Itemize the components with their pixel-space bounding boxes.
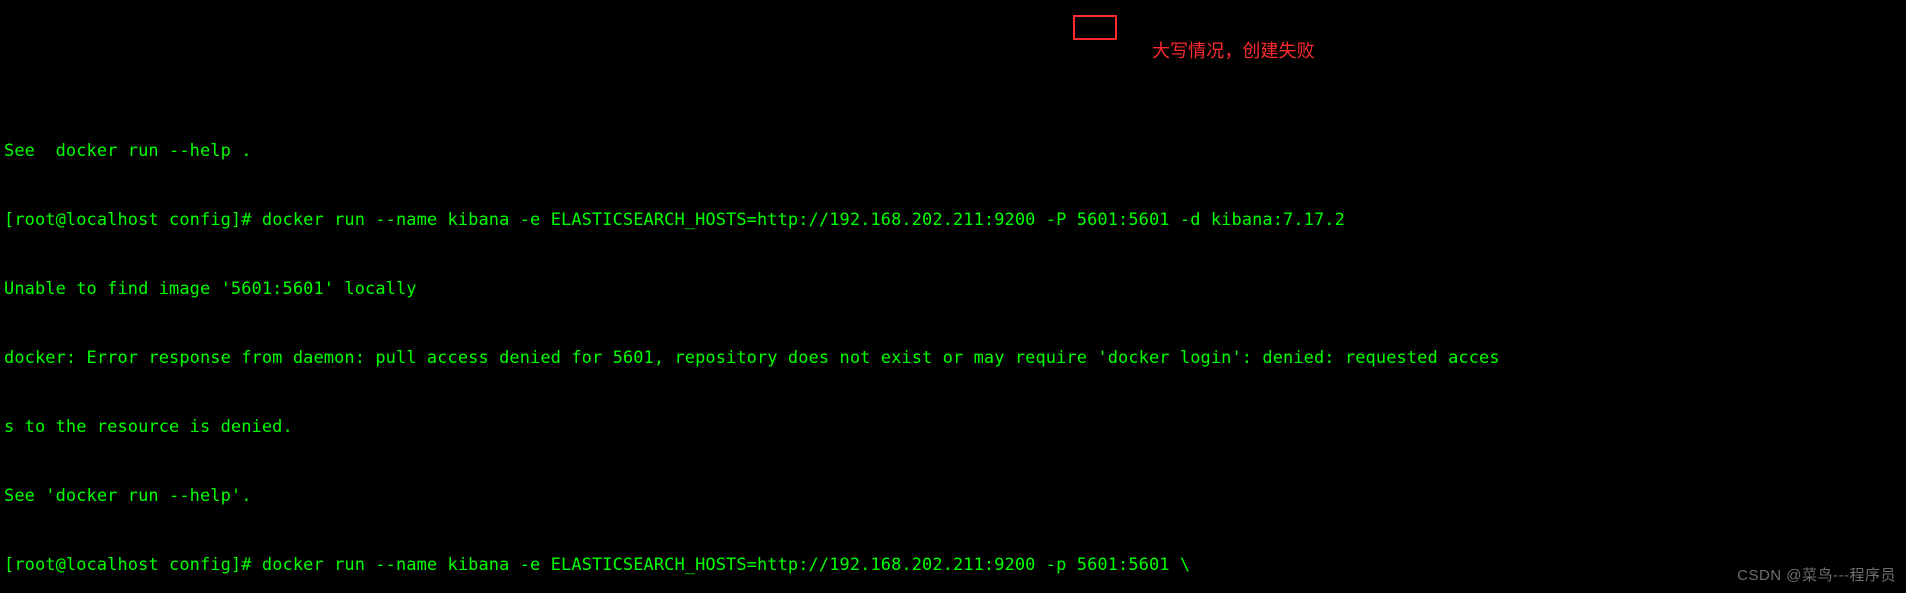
error-line-2: docker: Error response from daemon: pull… <box>4 347 1902 370</box>
shell-prompt: [root@localhost config]# <box>4 210 262 230</box>
error-line-4: See 'docker run --help'. <box>4 485 1902 508</box>
command-2a: docker run --name kibana -e ELASTICSEARC… <box>262 555 1190 575</box>
annotation-box <box>1073 15 1117 40</box>
terminal-output[interactable]: See docker run --help . [root@localhost … <box>0 92 1906 593</box>
prompt-line-1: [root@localhost config]# docker run --na… <box>4 209 1902 232</box>
error-line-1: Unable to find image '5601:5601' locally <box>4 278 1902 301</box>
command-1: docker run --name kibana -e ELASTICSEARC… <box>262 210 1345 230</box>
annotation-text: 大写情况，创建失败 <box>1152 42 1315 60</box>
shell-prompt: [root@localhost config]# <box>4 555 262 575</box>
error-line-3: s to the resource is denied. <box>4 416 1902 439</box>
prompt-line-2: [root@localhost config]# docker run --na… <box>4 554 1902 577</box>
help-line: See docker run --help . <box>4 140 1902 163</box>
